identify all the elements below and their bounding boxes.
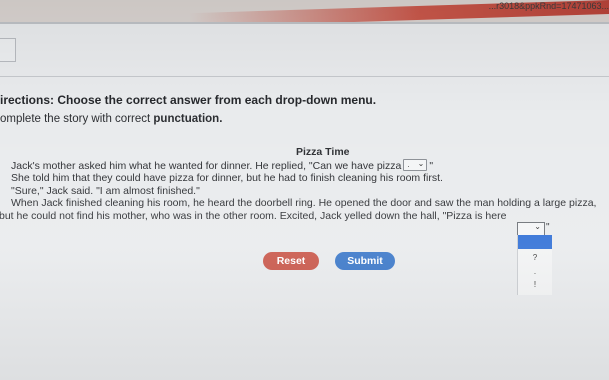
story-line-3: "Sure," Jack said. "I am almost finished… bbox=[11, 185, 200, 197]
dropdown-option-blank[interactable] bbox=[518, 235, 552, 249]
browser-chrome: ...r3018&ppkRnd=17471063... bbox=[0, 0, 609, 28]
dropdown-option-exclamation[interactable]: ! bbox=[518, 280, 552, 289]
story-line-2: She told him that they could have pizza … bbox=[11, 172, 443, 184]
instruction-prefix: omplete the story with correct bbox=[0, 113, 154, 125]
reset-button[interactable]: Reset bbox=[263, 252, 319, 270]
instruction-text: omplete the story with correct punctuati… bbox=[0, 113, 222, 125]
panel-toggle-box[interactable] bbox=[0, 38, 16, 62]
punctuation-dropdown-1[interactable]: . ⌄ bbox=[403, 159, 428, 171]
url-fragment: ...r3018&ppkRnd=17471063... bbox=[488, 1, 609, 11]
instruction-bold: punctuation. bbox=[153, 113, 223, 125]
chevron-down-icon: ⌄ bbox=[417, 159, 425, 168]
submit-button[interactable]: Submit bbox=[335, 252, 395, 270]
story-line-5: but he could not find his mother, who wa… bbox=[0, 210, 507, 222]
dropdown-1-selected: . bbox=[407, 160, 410, 169]
dropdown-option-period[interactable]: . bbox=[518, 267, 552, 276]
story-line-5-quote: " bbox=[546, 222, 550, 233]
story-line-1: Jack's mother asked him what he wanted f… bbox=[11, 159, 433, 172]
section-divider bbox=[0, 76, 609, 77]
chevron-down-icon: ⌄ bbox=[534, 222, 541, 231]
punctuation-dropdown-2[interactable]: ⌄ bbox=[517, 222, 545, 236]
directions-heading: irections: Choose the correct answer fro… bbox=[0, 93, 377, 107]
story-title: Pizza Time bbox=[296, 146, 350, 158]
story-line-4: When Jack finished cleaning his room, he… bbox=[11, 197, 597, 209]
story-line-1-text: Jack's mother asked him what he wanted f… bbox=[11, 160, 402, 172]
dropdown-2-options: ? . ! bbox=[517, 235, 552, 295]
story-line-1-quote: " bbox=[429, 160, 434, 172]
dropdown-option-question[interactable]: ? bbox=[518, 253, 552, 262]
